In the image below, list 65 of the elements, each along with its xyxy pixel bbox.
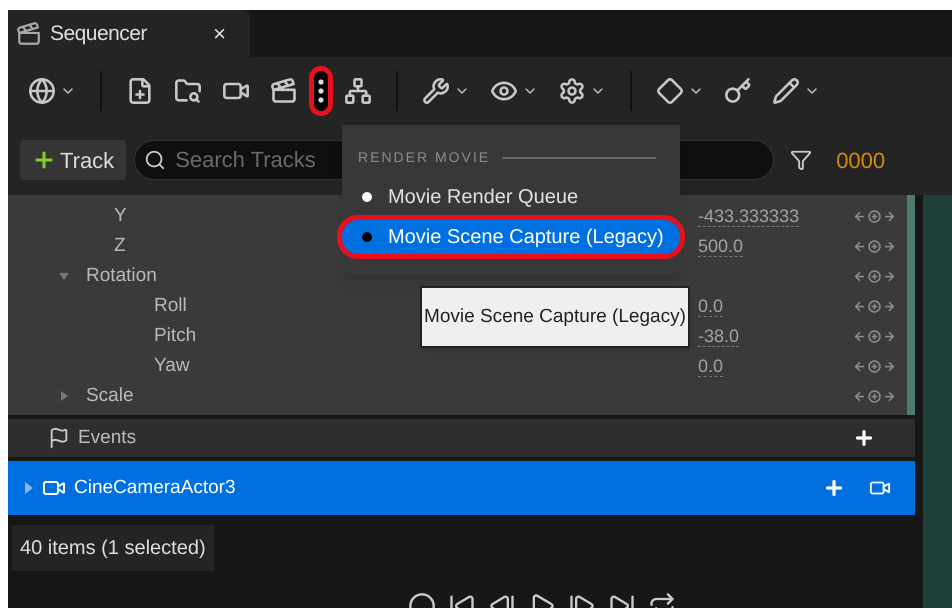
clapperboard-icon xyxy=(16,20,42,46)
track-row[interactable]: CineCameraActor3 xyxy=(8,461,915,515)
filter-icon[interactable] xyxy=(790,149,812,171)
flag-icon xyxy=(48,427,70,449)
property-label: Scale xyxy=(86,384,134,408)
bullet-icon xyxy=(362,232,372,242)
wrench-icon xyxy=(422,77,450,105)
previous-key-icon[interactable] xyxy=(853,360,866,372)
add-key-icon[interactable] xyxy=(868,390,881,402)
more-icon xyxy=(318,79,324,103)
next-key-icon[interactable] xyxy=(883,330,896,342)
menu-item[interactable]: Movie Render Queue xyxy=(342,180,680,214)
property-label: Z xyxy=(114,234,126,258)
value-field[interactable]: 0.0 xyxy=(698,296,724,316)
next-key-icon[interactable] xyxy=(883,210,896,222)
next-key-icon[interactable] xyxy=(883,300,896,312)
track-label: Events xyxy=(78,426,136,450)
status-text: 40 items (1 selected) xyxy=(12,525,214,571)
property-label: Rotation xyxy=(86,264,157,288)
add-icon[interactable] xyxy=(853,427,875,449)
property-label: Yaw xyxy=(154,354,190,378)
property-label: Pitch xyxy=(154,324,196,348)
add-key-icon[interactable] xyxy=(868,360,881,372)
property-label: Y xyxy=(114,204,127,228)
add-key-icon[interactable] xyxy=(868,300,881,312)
tab-title: Sequencer xyxy=(50,20,147,47)
next-key-icon[interactable] xyxy=(883,270,896,282)
hierarchy-icon xyxy=(344,77,372,105)
previous-key-icon[interactable] xyxy=(853,390,866,402)
value-field[interactable]: 500.0 xyxy=(698,236,744,256)
previous-key-icon[interactable] xyxy=(853,210,866,222)
track-label: CineCameraActor3 xyxy=(74,476,236,500)
menu-section-title: RENDER MOVIE xyxy=(358,148,490,167)
search-icon xyxy=(144,149,166,171)
add-track-button[interactable]: Track xyxy=(20,140,126,180)
key-icon xyxy=(724,77,752,105)
previous-key-icon[interactable] xyxy=(853,330,866,342)
previous-key-icon[interactable] xyxy=(853,240,866,252)
close-button[interactable]: × xyxy=(213,17,226,50)
gear-icon xyxy=(558,77,586,105)
property-label: Roll xyxy=(154,294,187,318)
add-key-icon[interactable] xyxy=(868,330,881,342)
folder-search-icon xyxy=(174,77,202,105)
pencil-icon xyxy=(772,77,800,105)
tooltip: Movie Scene Capture (Legacy) xyxy=(420,286,690,348)
diamond-icon xyxy=(656,77,684,105)
value-field[interactable]: -433.333333 xyxy=(698,206,800,226)
add-key-icon[interactable] xyxy=(868,270,881,282)
globe-icon xyxy=(28,77,56,105)
previous-key-icon[interactable] xyxy=(853,300,866,312)
next-key-icon[interactable] xyxy=(883,360,896,372)
next-key-icon[interactable] xyxy=(883,390,896,402)
previous-key-icon[interactable] xyxy=(853,270,866,282)
bullet-icon xyxy=(362,192,372,202)
value-field[interactable]: -38.0 xyxy=(698,326,740,346)
menu-item[interactable]: Movie Scene Capture (Legacy) xyxy=(342,220,680,254)
track-row[interactable]: Events xyxy=(8,419,915,457)
add-key-icon[interactable] xyxy=(868,210,881,222)
timecode: 0000 xyxy=(836,146,886,174)
value-field[interactable]: 0.0 xyxy=(698,356,724,376)
toolbar-button[interactable] xyxy=(314,71,328,111)
add-key-icon[interactable] xyxy=(868,240,881,252)
clapperboard-icon xyxy=(270,77,298,105)
sequencer-tab[interactable]: Sequencer × xyxy=(8,10,250,57)
next-key-icon[interactable] xyxy=(883,240,896,252)
